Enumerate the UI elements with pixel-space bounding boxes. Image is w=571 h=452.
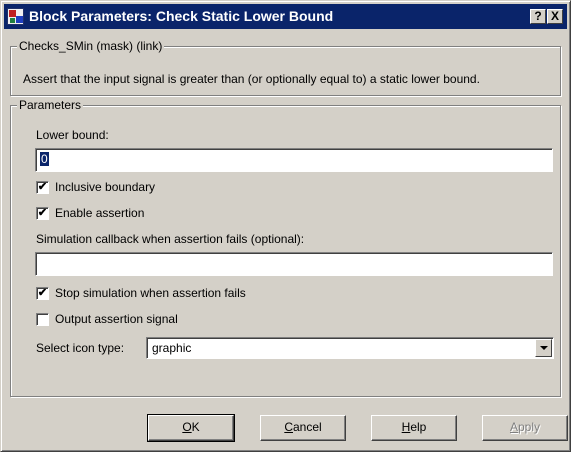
callback-input[interactable] [35,252,553,276]
mask-description: Assert that the input signal is greater … [23,72,480,86]
check-icon[interactable]: ✔ [36,287,49,300]
stop-simulation-label: Stop simulation when assertion fails [55,286,246,300]
check-icon[interactable]: ✔ [36,181,49,194]
icon-type-select[interactable]: graphic [146,337,554,359]
inclusive-boundary-label: Inclusive boundary [55,180,156,194]
cancel-button[interactable]: Cancel [260,415,346,441]
apply-mnemonic: A [509,420,518,434]
chevron-down-icon[interactable] [535,339,552,357]
ok-label: K [191,420,200,434]
icon-type-value: graphic [152,341,192,355]
output-assertion-label: Output assertion signal [55,312,178,326]
cancel-mnemonic: C [284,420,293,434]
parameters-group: Parameters Lower bound: 0 ✔ Inclusive bo… [10,98,561,397]
ok-button[interactable]: OK [147,414,235,442]
help-icon[interactable]: ? [530,9,546,24]
apply-label: pply [518,420,541,434]
help-button[interactable]: Help [371,415,457,441]
callback-label: Simulation callback when assertion fails… [36,232,305,246]
lower-bound-label: Lower bound: [36,128,109,142]
block-parameters-dialog: Block Parameters: Check Static Lower Bou… [0,0,571,452]
unchecked-box[interactable] [36,313,49,326]
lower-bound-input[interactable]: 0 [35,148,553,172]
parameters-legend: Parameters [17,98,84,112]
window-title: Block Parameters: Check Static Lower Bou… [29,8,334,24]
help-label: elp [410,420,427,434]
mask-description-group: Checks_SMin (mask) (link) Assert that th… [10,39,561,96]
ok-mnemonic: O [182,420,192,434]
simulink-block-icon [7,8,24,25]
apply-button[interactable]: Apply [482,415,568,441]
cancel-label: ancel [292,420,322,434]
close-icon[interactable]: X [547,9,563,24]
mask-group-legend: Checks_SMin (mask) (link) [17,39,165,53]
title-bar[interactable]: Block Parameters: Check Static Lower Bou… [4,4,567,29]
check-icon[interactable]: ✔ [36,207,49,220]
enable-assertion-label: Enable assertion [55,206,145,220]
icon-type-label: Select icon type: [36,341,125,355]
lower-bound-value: 0 [40,152,49,166]
